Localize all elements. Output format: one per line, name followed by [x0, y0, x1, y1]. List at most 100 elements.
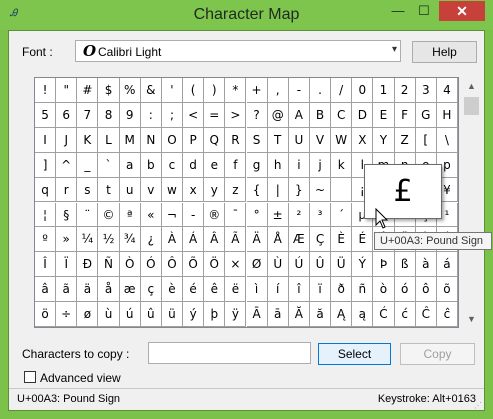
character-cell[interactable]: ® — [204, 202, 226, 228]
character-cell[interactable]: é — [183, 277, 205, 303]
character-cell[interactable]: T — [267, 127, 289, 153]
character-cell[interactable]: x — [183, 177, 205, 203]
character-cell[interactable]: > — [225, 102, 247, 128]
character-cell[interactable]: L — [98, 127, 120, 153]
character-cell[interactable]: ² — [288, 202, 310, 228]
character-cell[interactable]: Ç — [309, 227, 332, 253]
characters-to-copy-input[interactable] — [148, 342, 311, 364]
character-cell[interactable]: / — [331, 78, 353, 103]
character-cell[interactable]: Ä — [246, 227, 268, 253]
character-cell[interactable]: â — [35, 277, 57, 303]
character-cell[interactable]: ë — [225, 277, 247, 303]
character-cell[interactable]: ö — [35, 302, 57, 327]
character-cell[interactable]: È — [331, 227, 353, 253]
character-cell[interactable]: k — [331, 152, 353, 178]
character-cell[interactable]: ³ — [309, 202, 332, 228]
character-cell[interactable]: ý — [183, 302, 205, 327]
character-cell[interactable]: $ — [98, 78, 120, 103]
character-cell[interactable]: G — [415, 102, 437, 128]
character-cell[interactable]: 5 — [35, 102, 57, 128]
character-cell[interactable]: á — [436, 252, 458, 278]
character-cell[interactable]: ã — [56, 277, 78, 303]
character-cell[interactable]: ´ — [331, 202, 353, 228]
character-cell[interactable]: ? — [246, 102, 268, 128]
advanced-view-checkbox[interactable] — [24, 371, 36, 383]
character-cell[interactable]: & — [140, 78, 162, 103]
copy-button[interactable]: Copy — [400, 343, 475, 365]
maximize-button[interactable]: ☐ — [411, 1, 437, 21]
character-cell[interactable]: ï — [309, 277, 332, 303]
character-cell[interactable]: Æ — [288, 227, 310, 253]
character-cell[interactable]: Â — [204, 227, 226, 253]
character-cell[interactable]: C — [331, 102, 353, 128]
character-cell[interactable]: ÿ — [225, 302, 247, 327]
character-cell[interactable]: ± — [267, 202, 289, 228]
character-cell[interactable]: ÷ — [56, 302, 78, 327]
character-cell[interactable]: Î — [35, 252, 57, 278]
character-cell[interactable]: Ă — [288, 302, 310, 327]
character-cell[interactable]: ü — [161, 302, 184, 327]
character-cell[interactable]: ] — [35, 152, 57, 178]
character-cell[interactable]: _ — [77, 152, 99, 178]
character-cell[interactable]: - — [288, 78, 310, 103]
character-cell[interactable]: # — [77, 78, 99, 103]
scroll-up-arrow-icon[interactable]: ▲ — [463, 78, 480, 95]
character-cell[interactable]: E — [373, 102, 395, 128]
character-cell[interactable]: ^ — [56, 152, 78, 178]
character-cell[interactable]: M — [119, 127, 141, 153]
character-cell[interactable]: å — [98, 277, 120, 303]
character-cell[interactable]: 9 — [119, 102, 141, 128]
character-cell[interactable]: Á — [183, 227, 205, 253]
character-cell[interactable]: K — [77, 127, 99, 153]
character-cell[interactable]: Ý — [352, 252, 374, 278]
character-cell[interactable]: ' — [161, 78, 184, 103]
character-cell[interactable]: ç — [140, 277, 162, 303]
character-cell[interactable]: ) — [204, 78, 226, 103]
character-cell[interactable]: [ — [415, 127, 437, 153]
character-cell[interactable]: F — [394, 102, 416, 128]
character-cell[interactable]: » — [56, 227, 78, 253]
character-cell[interactable]: z — [225, 177, 247, 203]
scroll-thumb[interactable] — [464, 97, 479, 115]
character-cell[interactable]: Ô — [161, 252, 184, 278]
character-cell[interactable]: A — [288, 102, 310, 128]
close-button[interactable]: ✕ — [439, 1, 485, 21]
character-cell[interactable]: ° — [246, 202, 268, 228]
character-cell[interactable]: ¾ — [119, 227, 141, 253]
character-cell[interactable]: W — [331, 127, 353, 153]
character-cell[interactable]: w — [161, 177, 184, 203]
character-cell[interactable]: ô — [415, 277, 437, 303]
character-cell[interactable]: ! — [35, 78, 57, 103]
character-cell[interactable]: V — [309, 127, 332, 153]
character-cell[interactable]: × — [225, 252, 247, 278]
character-cell[interactable]: c — [161, 152, 184, 178]
character-cell[interactable]: " — [56, 78, 78, 103]
character-cell[interactable]: j — [309, 152, 332, 178]
grid-scrollbar[interactable]: ▲ ▼ — [463, 78, 480, 328]
character-cell[interactable]: J — [56, 127, 78, 153]
character-cell[interactable]: e — [204, 152, 226, 178]
character-cell[interactable]: ć — [394, 302, 416, 327]
character-cell[interactable]: 8 — [98, 102, 120, 128]
character-cell[interactable]: ; — [161, 102, 184, 128]
character-cell[interactable]: Ú — [288, 252, 310, 278]
character-cell[interactable]: À — [161, 227, 184, 253]
character-cell[interactable]: Ð — [77, 252, 99, 278]
character-cell[interactable]: ¿ — [140, 227, 162, 253]
character-cell[interactable]: ~ — [309, 177, 332, 203]
character-cell[interactable]: Ø — [246, 252, 268, 278]
character-cell[interactable]: Ü — [331, 252, 353, 278]
character-cell[interactable]: 2 — [394, 78, 416, 103]
advanced-view-label[interactable]: Advanced view — [40, 371, 121, 385]
character-cell[interactable]: Ą — [331, 302, 353, 327]
character-cell[interactable]: ú — [119, 302, 141, 327]
character-cell[interactable] — [331, 177, 353, 203]
character-cell[interactable]: q — [35, 177, 57, 203]
character-cell[interactable]: ª — [119, 202, 141, 228]
character-cell[interactable]: 1 — [373, 78, 395, 103]
character-cell[interactable]: è — [161, 277, 184, 303]
character-cell[interactable]: 4 — [436, 78, 458, 103]
character-cell[interactable]: * — [225, 78, 247, 103]
character-cell[interactable]: s — [77, 177, 99, 203]
character-cell[interactable]: ñ — [352, 277, 374, 303]
